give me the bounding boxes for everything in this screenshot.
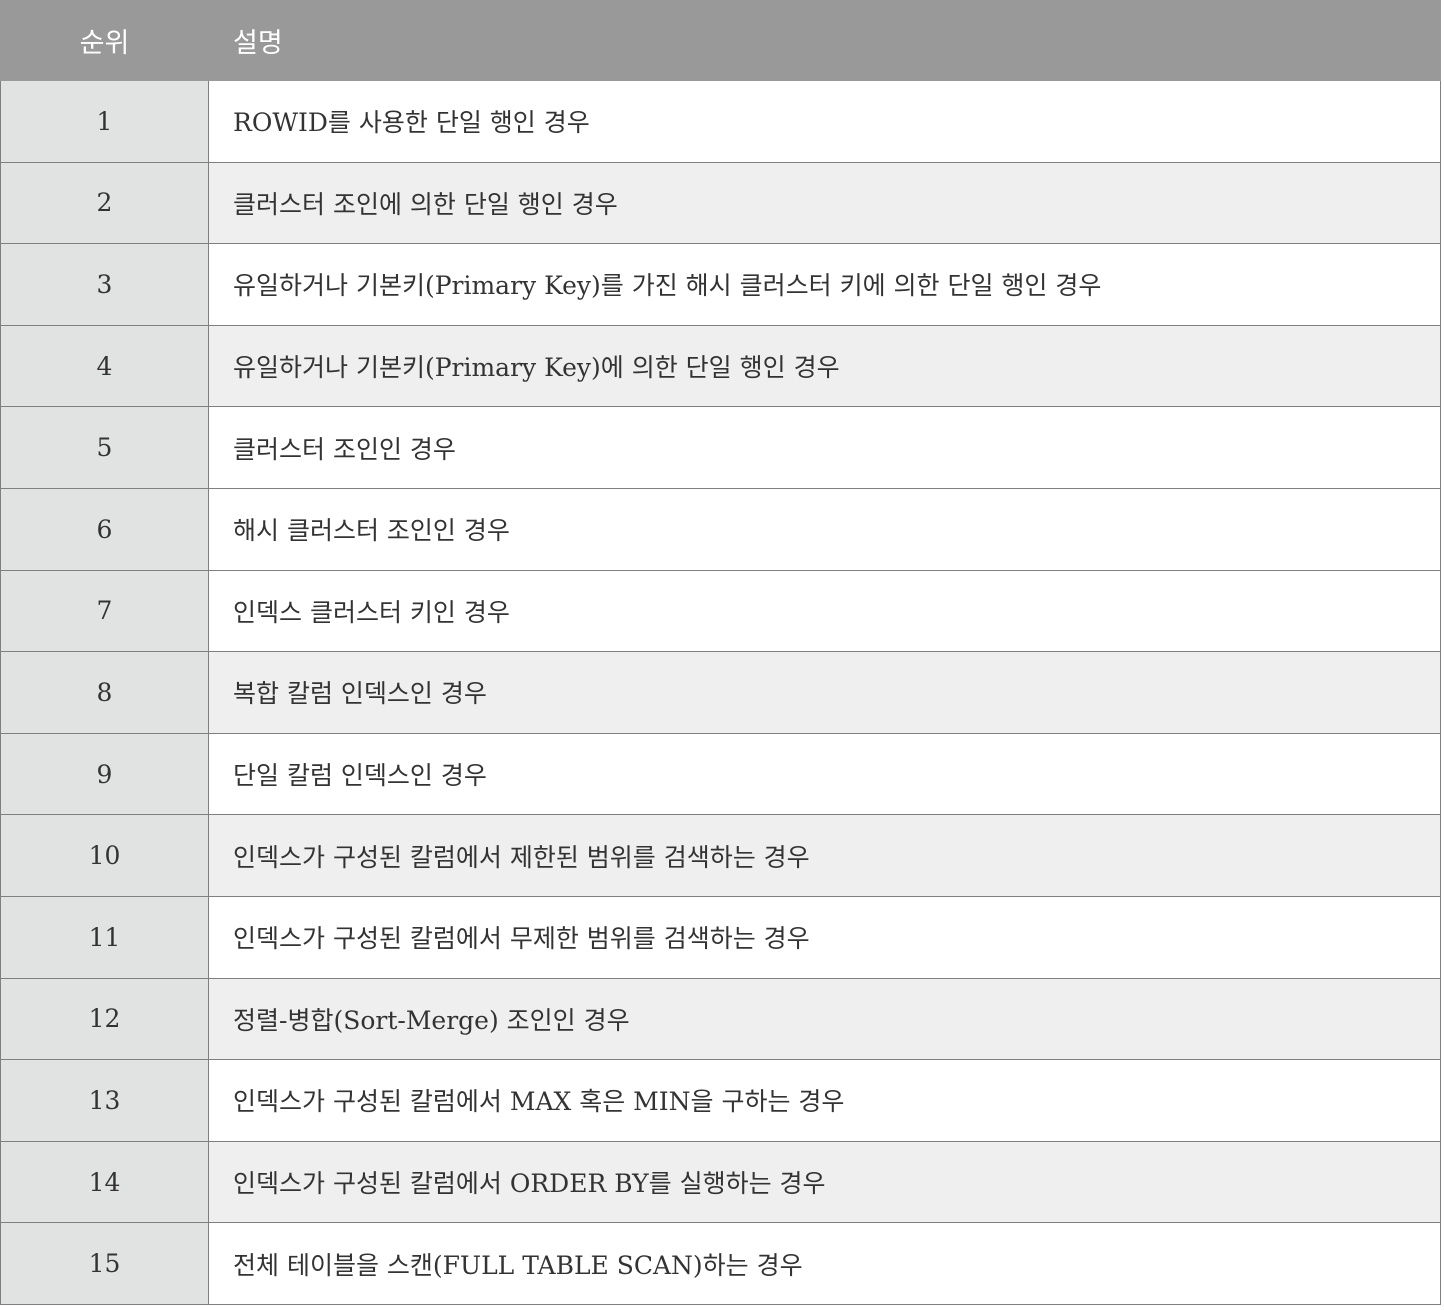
description-cell: ROWID를 사용한 단일 행인 경우 <box>209 81 1441 162</box>
rank-cell: 12 <box>0 978 209 1060</box>
ranking-table: 순위 설명 1 ROWID를 사용한 단일 행인 경우 2 클러스터 조인에 의… <box>0 0 1441 1306</box>
table-row: 14 인덱스가 구성된 칼럼에서 ORDER BY를 실행하는 경우 <box>0 1141 1441 1224</box>
description-cell: 유일하거나 기본키(Primary Key)를 가진 해시 클러스터 키에 의한… <box>209 244 1441 325</box>
description-cell: 해시 클러스터 조인인 경우 <box>209 488 1441 570</box>
table-row: 5 클러스터 조인인 경우 <box>0 407 1441 489</box>
table-row: 7 인덱스 클러스터 키인 경우 <box>0 570 1441 653</box>
rank-cell: 7 <box>0 570 209 652</box>
rank-cell: 11 <box>0 896 209 978</box>
rank-cell: 2 <box>0 162 209 244</box>
rank-cell: 9 <box>0 733 209 815</box>
rank-cell: 14 <box>0 1141 209 1223</box>
rank-cell: 6 <box>0 488 209 570</box>
table-body: 1 ROWID를 사용한 단일 행인 경우 2 클러스터 조인에 의한 단일 행… <box>0 81 1441 1305</box>
table-row: 10 인덱스가 구성된 칼럼에서 제한된 범위를 검색하는 경우 <box>0 815 1441 897</box>
table-row: 15 전체 테이블을 스캔(FULL TABLE SCAN)하는 경우 <box>0 1223 1441 1305</box>
rank-cell: 4 <box>0 325 209 407</box>
description-cell: 전체 테이블을 스캔(FULL TABLE SCAN)하는 경우 <box>209 1223 1441 1304</box>
description-cell: 클러스터 조인에 의한 단일 행인 경우 <box>209 162 1441 244</box>
rank-cell: 3 <box>0 244 209 325</box>
table-row: 12 정렬-병합(Sort-Merge) 조인인 경우 <box>0 978 1441 1061</box>
description-cell: 인덱스 클러스터 키인 경우 <box>209 570 1441 652</box>
description-cell: 복합 칼럼 인덱스인 경우 <box>209 652 1441 733</box>
rank-cell: 8 <box>0 652 209 733</box>
rank-cell: 5 <box>0 407 209 488</box>
table-row: 13 인덱스가 구성된 칼럼에서 MAX 혹은 MIN을 구하는 경우 <box>0 1060 1441 1142</box>
table-row: 1 ROWID를 사용한 단일 행인 경우 <box>0 81 1441 163</box>
table-row: 2 클러스터 조인에 의한 단일 행인 경우 <box>0 162 1441 245</box>
table-row: 3 유일하거나 기본키(Primary Key)를 가진 해시 클러스터 키에 … <box>0 244 1441 326</box>
description-cell: 유일하거나 기본키(Primary Key)에 의한 단일 행인 경우 <box>209 325 1441 407</box>
table-header: 순위 설명 <box>0 0 1441 81</box>
description-cell: 단일 칼럼 인덱스인 경우 <box>209 733 1441 815</box>
table-row: 11 인덱스가 구성된 칼럼에서 무제한 범위를 검색하는 경우 <box>0 896 1441 979</box>
table-row: 9 단일 칼럼 인덱스인 경우 <box>0 733 1441 816</box>
table-row: 6 해시 클러스터 조인인 경우 <box>0 488 1441 571</box>
description-cell: 정렬-병합(Sort-Merge) 조인인 경우 <box>209 978 1441 1060</box>
description-cell: 인덱스가 구성된 칼럼에서 ORDER BY를 실행하는 경우 <box>209 1141 1441 1223</box>
table-row: 4 유일하거나 기본키(Primary Key)에 의한 단일 행인 경우 <box>0 325 1441 408</box>
rank-cell: 1 <box>0 81 209 162</box>
table-row: 8 복합 칼럼 인덱스인 경우 <box>0 652 1441 734</box>
rank-cell: 15 <box>0 1223 209 1304</box>
description-cell: 인덱스가 구성된 칼럼에서 MAX 혹은 MIN을 구하는 경우 <box>209 1060 1441 1141</box>
header-rank: 순위 <box>79 28 130 59</box>
rank-cell: 10 <box>0 815 209 896</box>
description-cell: 인덱스가 구성된 칼럼에서 무제한 범위를 검색하는 경우 <box>209 896 1441 978</box>
rank-cell: 13 <box>0 1060 209 1141</box>
header-description: 설명 <box>233 28 283 59</box>
description-cell: 클러스터 조인인 경우 <box>209 407 1441 488</box>
description-cell: 인덱스가 구성된 칼럼에서 제한된 범위를 검색하는 경우 <box>209 815 1441 896</box>
